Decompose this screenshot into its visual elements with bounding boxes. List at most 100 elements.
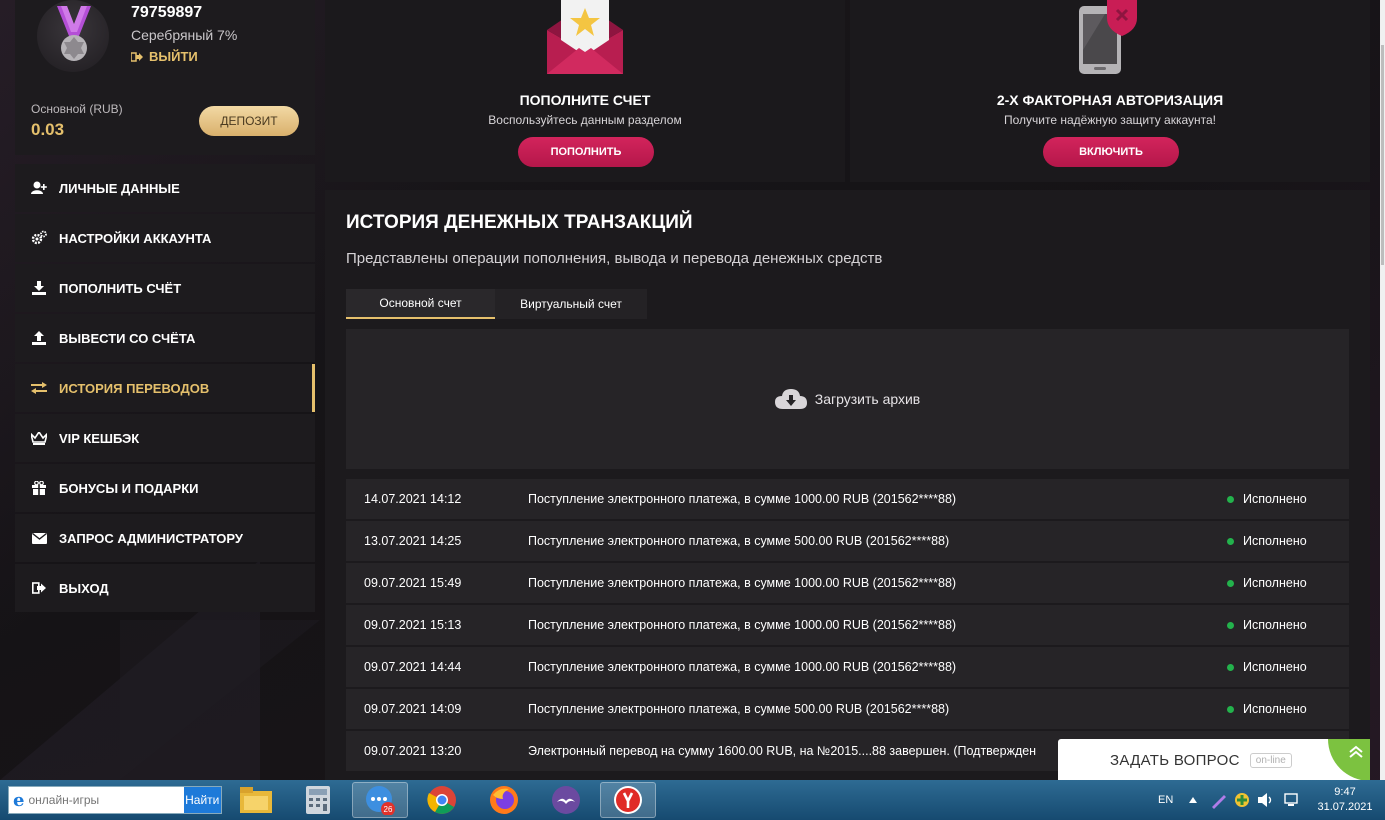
sidebar-item-label: ВЫХОД (59, 580, 109, 596)
crown-icon (31, 430, 47, 446)
volume-icon[interactable] (1258, 780, 1274, 820)
tx-status-label: Исполнено (1243, 702, 1307, 716)
two-factor-promo-card: 2-Х ФАКТОРНАЯ АВТОРИЗАЦИЯ Получите надёж… (850, 0, 1370, 182)
tx-status-label: Исполнено (1243, 576, 1307, 590)
download-icon (31, 280, 47, 296)
tx-date: 13.07.2021 14:25 (364, 534, 462, 548)
sidebar-item-deposit[interactable]: ПОПОЛНИТЬ СЧЁТ (15, 264, 315, 312)
status-dot-icon (1227, 537, 1234, 545)
gift-icon (31, 480, 47, 496)
tx-description: Поступление электронного платежа, в сумм… (528, 660, 957, 674)
sidebar-item-label: БОНУСЫ И ПОДАРКИ (59, 480, 199, 496)
file-explorer-icon[interactable] (228, 782, 284, 818)
tx-description: Поступление электронного платежа, в сумм… (528, 492, 957, 506)
language-label: EN (1158, 794, 1174, 806)
status-badge: Исполнено (1227, 534, 1349, 548)
table-row: 09.07.2021 15:13 Поступление электронног… (346, 605, 1349, 645)
network-icon[interactable] (1283, 780, 1299, 820)
exchange-icon (31, 380, 47, 396)
tab-virtual-account[interactable]: Виртуальный счет (495, 289, 647, 319)
gears-icon (31, 230, 47, 246)
pen-tray-icon[interactable] (1210, 780, 1228, 820)
status-dot-icon (1227, 579, 1234, 587)
profile-card: 79759897 Серебряный 7% ВЫЙТИ Основной (R… (15, 0, 315, 155)
card-title: 2-Х ФАКТОРНАЯ АВТОРИЗАЦИЯ (996, 92, 1224, 108)
tx-date: 09.07.2021 14:44 (364, 660, 462, 674)
calculator-icon[interactable] (290, 782, 346, 818)
envelope-star-icon (547, 0, 623, 74)
tx-description: Поступление электронного платежа, в сумм… (528, 618, 957, 632)
tx-description: Поступление электронного платежа, в сумм… (528, 534, 950, 548)
sidebar-item-bonuses[interactable]: БОНУСЫ И ПОДАРКИ (15, 464, 315, 512)
table-row: 13.07.2021 14:25 Поступление электронног… (346, 521, 1349, 561)
sidebar-item-account-settings[interactable]: НАСТРОЙКИ АККАУНТА (15, 214, 315, 262)
deposit-button[interactable]: ДЕПОЗИТ (199, 106, 299, 136)
sidebar-item-label: ИСТОРИЯ ПЕРЕВОДОВ (59, 380, 210, 396)
sidebar-item-vip-cashback[interactable]: VIP КЕШБЭК (15, 414, 315, 462)
logout-link[interactable]: ВЫЙТИ (131, 49, 198, 64)
language-indicator[interactable]: EN (1158, 780, 1173, 820)
status-dot-icon (1227, 663, 1234, 671)
page-subtitle: Представлены операции пополнения, вывода… (346, 250, 883, 267)
download-archive-button[interactable]: Загрузить архив (346, 329, 1349, 469)
envelope-icon (31, 530, 47, 546)
sidebar-item-withdraw[interactable]: ВЫВЕСТИ СО СЧЁТА (15, 314, 315, 362)
sidebar-item-label: ПОПОЛНИТЬ СЧЁТ (59, 280, 182, 296)
silver-medal-icon (57, 6, 91, 61)
tray-expand-icon[interactable] (1188, 780, 1198, 820)
chrome-icon[interactable] (414, 782, 470, 818)
chat-status-badge: on-line (1249, 752, 1292, 768)
status-badge: Исполнено (1227, 702, 1349, 716)
tab-main-account[interactable]: Основной счет (346, 289, 495, 319)
taskbar-search-input[interactable] (28, 793, 184, 807)
chat-expand-icon[interactable] (1328, 739, 1370, 781)
security-tray-icon[interactable] (1234, 780, 1250, 820)
sidebar-item-personal-data[interactable]: ЛИЧНЫЕ ДАННЫЕ (15, 164, 315, 212)
ask-question-widget[interactable]: ЗАДАТЬ ВОПРОС on-line (1058, 739, 1370, 781)
deposit-promo-card: ПОПОЛНИТЕ СЧЕТ Воспользуйтесь данным раз… (325, 0, 845, 182)
tx-status-label: Исполнено (1243, 534, 1307, 548)
upload-icon (31, 330, 47, 346)
system-clock[interactable]: 9:47 31.07.2021 (1315, 785, 1375, 815)
status-badge: Исполнено (1227, 492, 1349, 506)
phone-shield-icon (1079, 0, 1137, 74)
logout-label: ВЫЙТИ (149, 49, 198, 64)
taskbar-search: e Найти (8, 786, 222, 814)
sign-out-icon (131, 51, 143, 62)
status-badge: Исполнено (1227, 660, 1349, 674)
windows-taskbar: e Найти 26 EN 9:47 31.07.2021 (0, 780, 1385, 820)
sidebar-item-exit[interactable]: ВЫХОД (15, 564, 315, 612)
table-row: 14.07.2021 14:12 Поступление электронног… (346, 479, 1349, 519)
mail-app-icon[interactable]: 26 (352, 782, 408, 818)
tx-date: 09.07.2021 15:49 (364, 576, 462, 590)
yandex-browser-icon[interactable] (600, 782, 656, 818)
status-badge: Исполнено (1227, 618, 1349, 632)
account-tabs: Основной счет Виртуальный счет (346, 289, 647, 319)
status-badge: Исполнено (1227, 576, 1349, 590)
sidebar-item-label: НАСТРОЙКИ АККАУНТА (59, 230, 212, 246)
clock-time: 9:47 (1334, 786, 1356, 798)
user-plus-icon (31, 180, 47, 196)
sidebar-item-transfer-history[interactable]: ИСТОРИЯ ПЕРЕВОДОВ (15, 364, 315, 412)
card-subtitle: Воспользуйтесь данным разделом (488, 113, 682, 127)
user-id: 79759897 (131, 4, 203, 21)
tor-browser-icon[interactable] (538, 782, 594, 818)
firefox-icon[interactable] (476, 782, 532, 818)
cloud-download-icon (774, 389, 807, 409)
tx-description: Поступление электронного платежа, в сумм… (528, 702, 950, 716)
scrollbar-thumb[interactable] (1381, 45, 1384, 265)
mail-badge-count: 26 (384, 805, 393, 814)
transaction-history-panel: ИСТОРИЯ ДЕНЕЖНЫХ ТРАНЗАКЦИЙ Представлены… (325, 190, 1370, 790)
table-row: 09.07.2021 14:09 Поступление электронног… (346, 689, 1349, 729)
enable-2fa-button[interactable]: ВКЛЮЧИТЬ (1043, 137, 1179, 167)
page-title: ИСТОРИЯ ДЕНЕЖНЫХ ТРАНЗАКЦИЙ (346, 212, 693, 233)
card-title: ПОПОЛНИТЕ СЧЕТ (519, 92, 651, 108)
tx-description: Поступление электронного платежа, в сумм… (528, 576, 957, 590)
sidebar-item-label: ЛИЧНЫЕ ДАННЫЕ (59, 180, 180, 196)
topup-button[interactable]: ПОПОЛНИТЬ (518, 137, 654, 167)
card-subtitle: Получите надёжную защиту аккаунта! (1003, 113, 1216, 127)
sidebar-item-admin-request[interactable]: ЗАПРОС АДМИНИСТРАТОРУ (15, 514, 315, 562)
archive-label: Загрузить архив (814, 391, 921, 407)
taskbar-search-button[interactable]: Найти (183, 787, 221, 813)
ie-icon: e (13, 789, 25, 811)
